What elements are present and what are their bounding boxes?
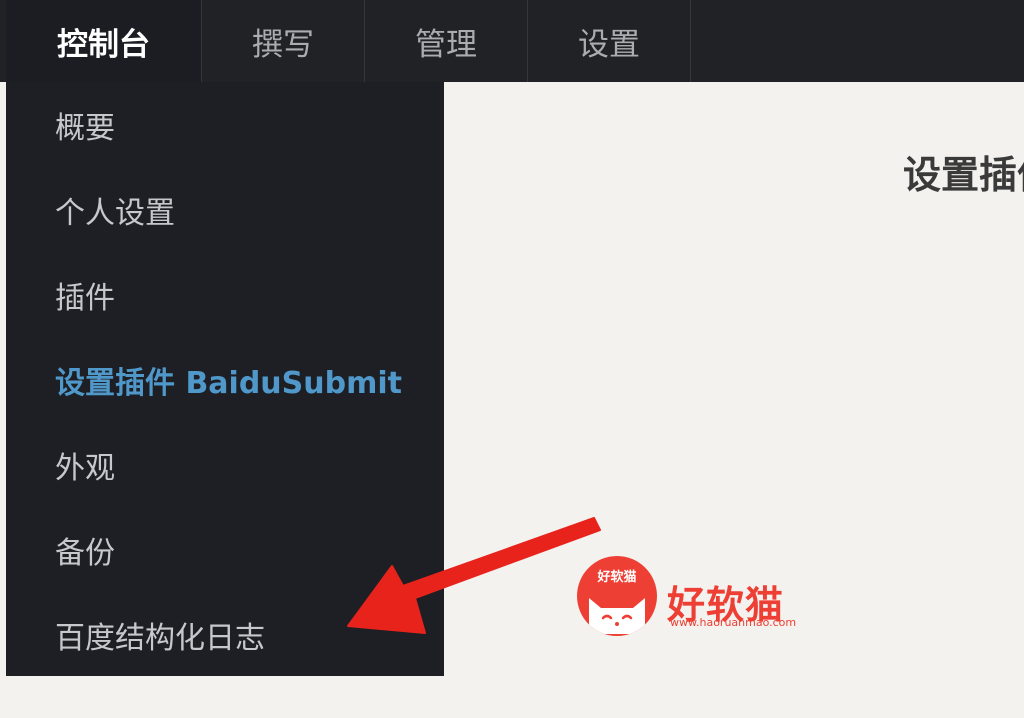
- watermark-logo: 好软猫 好软猫 www.haoruanmao.com: [577, 556, 817, 636]
- menu-item-plugins[interactable]: 插件: [55, 270, 115, 320]
- menu-item-profile[interactable]: 个人设置: [55, 185, 175, 235]
- tab-manage[interactable]: 管理: [365, 0, 528, 82]
- menu-item-overview[interactable]: 概要: [55, 100, 115, 150]
- watermark-badge-text: 好软猫: [597, 570, 637, 585]
- page-title: 设置插件 BaiduSubmit: [903, 153, 1024, 197]
- menu-item-backup[interactable]: 备份: [55, 525, 115, 575]
- menu-item-plugin-settings-baidusubmit[interactable]: 设置插件 BaiduSubmit: [55, 355, 402, 405]
- dashboard-dropdown-menu: 概要 个人设置 插件 设置插件 BaiduSubmit 外观 备份 百度结构化日…: [6, 82, 444, 676]
- admin-page: 控制台 撰写 管理 设置 设置插件 BaiduSubmit 概要 个人设置 插件…: [0, 0, 1024, 718]
- watermark-url: www.haoruanmao.com: [670, 616, 797, 629]
- cat-face-icon: [589, 598, 645, 634]
- menu-item-appearance[interactable]: 外观: [55, 440, 115, 490]
- tab-dashboard[interactable]: 控制台: [6, 0, 202, 82]
- menu-item-baidu-structured-log[interactable]: 百度结构化日志: [55, 610, 265, 660]
- tab-settings[interactable]: 设置: [528, 0, 691, 82]
- tab-write[interactable]: 撰写: [202, 0, 365, 82]
- top-navigation-bar: 控制台 撰写 管理 设置: [0, 0, 1024, 82]
- watermark-badge: 好软猫: [577, 556, 657, 636]
